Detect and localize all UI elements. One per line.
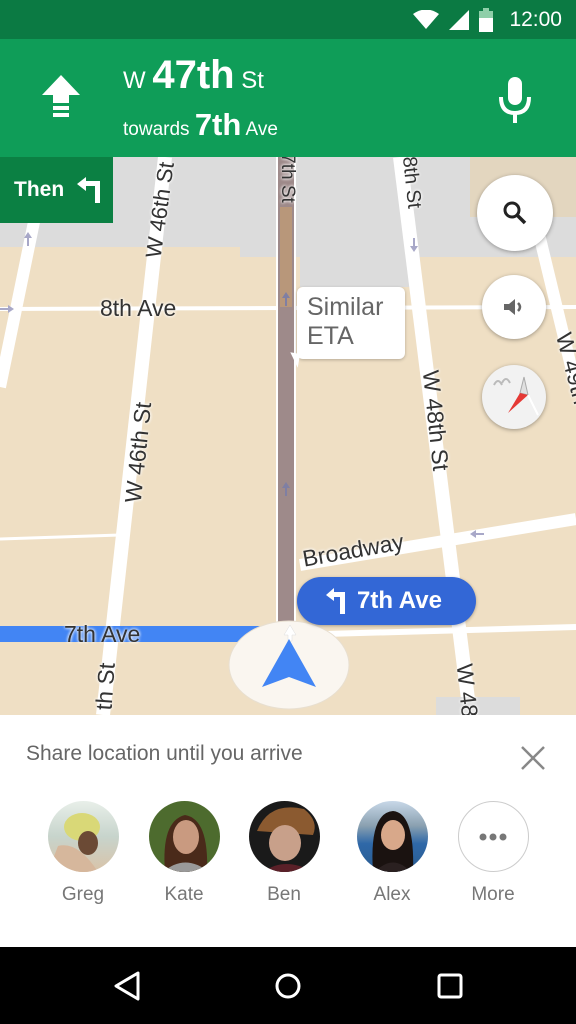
compass-button[interactable]: [482, 365, 546, 429]
close-icon[interactable]: [518, 743, 548, 773]
contact-name: Greg: [61, 884, 105, 905]
turn-chip-label: 7th Ave: [357, 587, 442, 614]
battery-icon: [479, 8, 494, 32]
contact-name: Kate: [164, 884, 204, 905]
towards-street: towards 7th Ave: [123, 107, 278, 143]
next-maneuver-box[interactable]: Then: [0, 157, 113, 223]
street-prefix: W: [123, 67, 146, 94]
avatar: [248, 801, 320, 872]
straight-arrow-icon: [42, 75, 80, 117]
search-icon: [503, 201, 527, 225]
contact-name: Ben: [267, 884, 301, 905]
street-suffix: St: [241, 67, 264, 94]
search-button[interactable]: [477, 175, 553, 251]
status-bar: 12:00: [0, 0, 576, 39]
contact-greg[interactable]: Greg: [38, 801, 128, 906]
more-horizontal-icon: [479, 833, 507, 840]
alternate-route-eta-bubble[interactable]: Similar ETA: [297, 287, 405, 359]
label-7th-ave: 7th Ave: [64, 621, 141, 647]
share-panel-title: Share location until you arrive: [26, 742, 303, 765]
turn-left-icon: [77, 177, 101, 203]
back-icon[interactable]: [108, 967, 148, 1005]
share-location-panel: Share location until you arrive Greg Kat…: [0, 715, 576, 947]
towards-suffix: Ave: [245, 119, 278, 140]
street-minor: [0, 533, 121, 541]
sound-button[interactable]: [482, 275, 546, 339]
more-label: More: [471, 884, 515, 905]
current-street: W 47th St: [123, 53, 264, 98]
label-w47-top: 7th St: [276, 157, 298, 203]
microphone-icon[interactable]: [495, 75, 535, 125]
contact-alex[interactable]: Alex: [347, 801, 437, 906]
contact-name: Alex: [373, 884, 411, 905]
towards-main: 7th: [194, 107, 242, 142]
volume-icon: [504, 299, 522, 315]
avatar: [356, 801, 428, 872]
current-location-puck[interactable]: [228, 619, 350, 711]
more-contacts-button[interactable]: More: [448, 801, 538, 906]
label-8th-ave: 8th Ave: [100, 295, 177, 321]
contact-kate[interactable]: Kate: [139, 801, 229, 906]
avatar: [47, 801, 119, 872]
towards-label: towards: [123, 119, 190, 140]
recents-icon[interactable]: [430, 967, 470, 1005]
system-navigation-bar: [0, 947, 576, 1024]
then-label: Then: [14, 178, 65, 201]
turn-left-icon: [326, 588, 345, 614]
clock: 12:00: [509, 8, 562, 31]
label-w46-bottom: th St: [90, 661, 120, 711]
avatar: [148, 801, 220, 872]
wifi-icon: [413, 10, 440, 29]
eta-line2: ETA: [307, 322, 354, 350]
map-view[interactable]: 8th Ave W 46th St W 46th St th St 7th St…: [0, 157, 576, 715]
navigation-header[interactable]: W 47th St towards 7th Ave: [0, 39, 576, 157]
home-icon[interactable]: [268, 967, 308, 1005]
status-icons: 12:00: [413, 6, 562, 34]
cell-signal-icon: [449, 10, 470, 30]
upcoming-turn-chip[interactable]: 7th Ave: [297, 577, 476, 625]
contact-ben[interactable]: Ben: [239, 801, 329, 906]
more-circle: [457, 801, 529, 872]
label-w48-bottom: W 48: [451, 662, 484, 715]
compass-icon: [493, 376, 539, 416]
eta-line1: Similar: [307, 293, 384, 321]
street-main: 47th: [152, 53, 235, 97]
